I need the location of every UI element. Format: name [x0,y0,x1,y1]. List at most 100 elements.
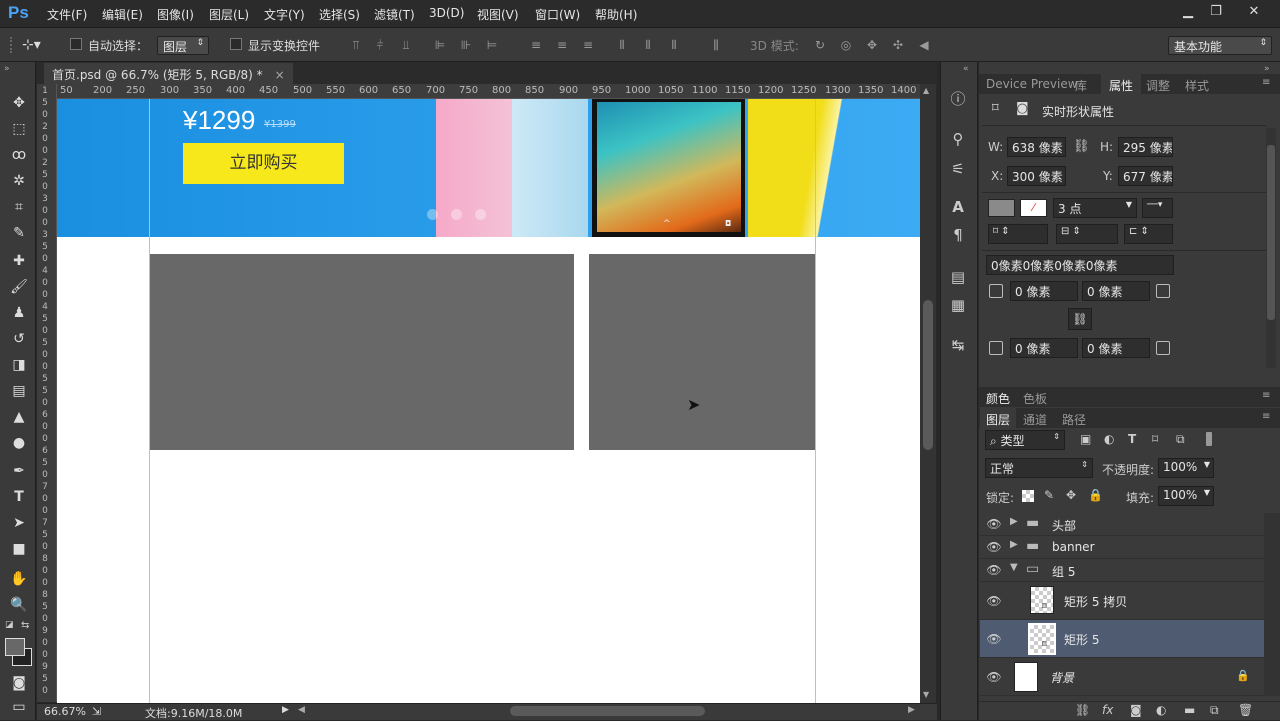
adjustments-sliders-icon[interactable]: ⚟ [947,158,969,180]
layer-row[interactable]: 👁 背景 🔒 [980,658,1264,696]
zoom-tool-icon[interactable]: 🔍 [8,594,30,616]
panel-menu-icon[interactable]: ≡ [1262,77,1270,88]
width-field[interactable]: 638 像素 [1007,137,1066,157]
quick-mask-icon[interactable]: ◙ [8,672,30,694]
close-tab-icon[interactable]: × [275,68,285,82]
distribute-bottom-icon[interactable]: ≡ [580,37,596,53]
guide-right[interactable] [815,99,816,703]
swap-colors-icon[interactable]: ⇆ [21,620,29,631]
drag-3d-icon[interactable]: ✥ [864,37,880,53]
link-layers-icon[interactable]: ⛓ [1075,703,1090,717]
vertical-scroll-thumb[interactable] [923,300,933,450]
eyedropper-tool-icon[interactable]: ✎ [8,222,30,244]
menu-file[interactable]: 文件(F) [47,6,87,23]
rotate-3d-icon[interactable]: ↻ [812,37,828,53]
pen-tool-icon[interactable]: ✒ [8,460,30,482]
menu-3d[interactable]: 3D(D) [429,6,464,20]
crop-tool-icon[interactable]: ⌗ [8,196,30,218]
filter-pixel-icon[interactable]: ▣ [1080,432,1091,446]
menu-edit[interactable]: 编辑(E) [102,6,143,23]
opacity-field[interactable]: 100% ▼ [1158,458,1214,478]
clone-stamp-tool-icon[interactable]: ♟ [8,302,30,324]
info-icon[interactable]: ⓘ [947,88,969,110]
tab-layers[interactable]: 图层 [986,411,1010,428]
corner-bl-field[interactable]: 0 像素 [1010,338,1078,358]
mask-properties-icon[interactable]: ◙ [1016,101,1029,116]
align-left-icon[interactable]: ⊫ [432,37,448,53]
document-tab[interactable]: 首页.psd @ 66.7% (矩形 5, RGB/8) * × [44,63,293,84]
show-transform-checkbox[interactable] [230,38,242,50]
layer-row[interactable]: 👁 ▶ ▬ banner [980,536,1264,559]
visibility-eye-icon[interactable]: 👁 [986,563,1002,577]
visibility-eye-icon[interactable]: 👁 [986,632,1002,646]
distribute-left-icon[interactable]: ⫴ [614,37,630,53]
status-menu-arrow-icon[interactable]: ▶ [282,705,289,715]
visibility-eye-icon[interactable]: 👁 [986,594,1002,608]
scale-3d-icon[interactable]: ◀ [916,37,932,53]
gradient-tool-icon[interactable]: ▤ [8,380,30,402]
filter-type-icon[interactable]: T [1128,432,1136,446]
distribute-top-icon[interactable]: ≡ [528,37,544,53]
auto-select-checkbox[interactable] [70,38,82,50]
foreground-color-swatch[interactable] [5,638,25,656]
expand-arrow-icon[interactable]: ▶ [1010,516,1018,527]
guide-left[interactable] [149,99,150,703]
rectangle-tool-icon[interactable]: ■ [8,538,30,560]
auto-align-icon[interactable]: ⫼ [708,37,724,53]
distribute-hcenter-icon[interactable]: ⫴ [640,37,656,53]
brush-presets-icon[interactable]: ⚲ [947,128,969,150]
auto-select-dropdown[interactable]: 图层 ⇕ [157,36,209,55]
panel-menu-icon[interactable]: ≡ [1262,411,1270,422]
lasso-tool-icon[interactable]: ꝏ [8,144,30,166]
restore-icon[interactable]: ❐ [1202,2,1230,22]
align-right-icon[interactable]: ⊨ [484,37,500,53]
menu-image[interactable]: 图像(I) [157,6,194,23]
tab-swatches[interactable]: 色板 [1023,390,1047,407]
scroll-down-icon[interactable]: ▼ [923,690,929,699]
y-field[interactable]: 677 像素 [1118,166,1173,186]
stroke-type-dropdown[interactable]: ──▾ [1142,198,1173,218]
layer-row[interactable]: 👁 ⌑ 矩形 5 拷贝 [980,582,1264,620]
stroke-cap-dropdown[interactable]: ⊟ ⇕ [1056,224,1118,244]
distribute-vcenter-icon[interactable]: ≡ [554,37,570,53]
new-adjustment-icon[interactable]: ◐ [1156,703,1166,717]
tab-channels[interactable]: 通道 [1023,411,1047,428]
layer-filter-dropdown[interactable]: ⌕ 类型 ⇕ [985,430,1065,450]
distribute-right-icon[interactable]: ⫴ [666,37,682,53]
magic-wand-tool-icon[interactable]: ✲ [8,170,30,192]
menu-select[interactable]: 选择(S) [319,6,360,23]
tab-styles[interactable]: 样式 [1185,77,1209,94]
tab-libraries[interactable]: 库 [1075,77,1087,94]
align-top-icon[interactable]: ⫪ [348,37,364,53]
expand-arrow-icon[interactable]: ▶ [1010,539,1018,550]
panel-menu-icon[interactable]: ≡ [1262,390,1270,401]
collapse-arrow-icon[interactable]: ▼ [1010,562,1018,573]
minimize-icon[interactable]: ▁ [1174,2,1202,22]
collapse-tools-icon[interactable]: » [4,64,10,74]
menu-window[interactable]: 窗口(W) [535,6,580,23]
align-bottom-icon[interactable]: ⫫ [398,37,414,53]
type-tool-icon[interactable]: T [8,486,30,508]
menu-layer[interactable]: 图层(L) [209,6,249,23]
filter-smartobject-icon[interactable]: ⧉ [1176,432,1185,447]
healing-brush-tool-icon[interactable]: ✚ [8,250,30,272]
zoom-level[interactable]: 66.67% [44,705,86,718]
corner-tr-field[interactable]: 0 像素 [1082,281,1150,301]
filter-shape-icon[interactable]: ⌑ [1152,432,1158,446]
visibility-eye-icon[interactable]: 👁 [986,517,1002,531]
tab-paths[interactable]: 路径 [1062,411,1086,428]
scroll-up-icon[interactable]: ▲ [923,86,929,95]
new-layer-icon[interactable]: ⧉ [1210,703,1219,718]
tab-color[interactable]: 颜色 [986,390,1010,407]
x-field[interactable]: 300 像素 [1007,166,1066,186]
export-icon[interactable]: ⇲ [92,705,101,718]
blend-mode-dropdown[interactable]: 正常 ⇕ [985,458,1093,478]
height-field[interactable]: 295 像素 [1118,137,1173,157]
marquee-tool-icon[interactable]: ⬚ [8,118,30,140]
add-mask-icon[interactable]: ◙ [1130,703,1142,717]
layer-row[interactable]: 👁 ▶ ▬ 头部 [980,513,1264,536]
link-corners-icon[interactable]: ⛓ [1068,308,1092,330]
default-colors-icon[interactable]: ◪ [5,620,14,630]
workspace-dropdown[interactable]: 基本功能 ⇕ [1168,36,1272,55]
path-selection-tool-icon[interactable]: ➤ [8,512,30,534]
